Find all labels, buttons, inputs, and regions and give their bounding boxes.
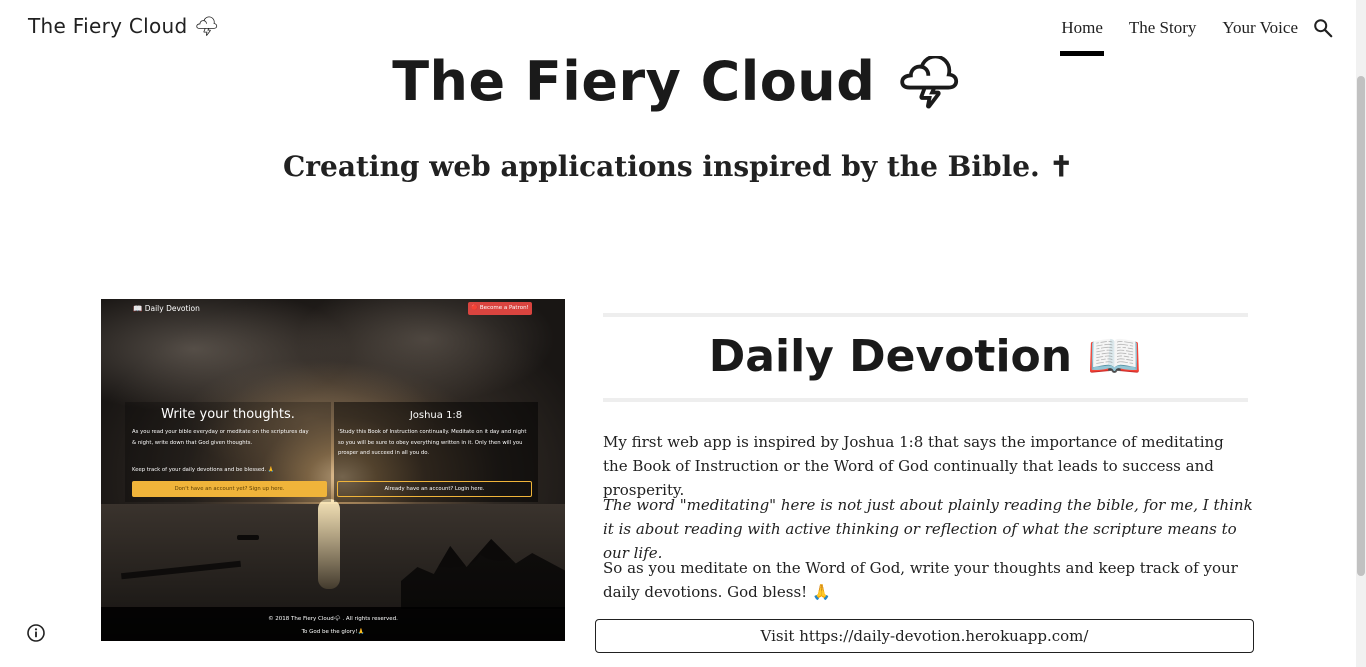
page-title: The Fiery Cloud 🌩 <box>392 50 964 113</box>
page-scrollbar[interactable] <box>1356 0 1366 667</box>
description-paragraph-2: The word "meditating" here is not just a… <box>603 496 1253 562</box>
boat-silhouette <box>237 535 259 540</box>
screenshot-brand: 📖 Daily Devotion <box>133 304 200 313</box>
divider-bottom <box>603 398 1248 402</box>
nav-your-voice[interactable]: Your Voice <box>1222 0 1298 56</box>
top-bar: The Fiery Cloud 🌩 Home The Story Your Vo… <box>0 0 1356 56</box>
daily-devotion-screenshot: 📖 Daily Devotion 🔴 Become a Patron! Writ… <box>101 299 565 641</box>
screenshot-login-button: Already have an account? Login here. <box>337 481 532 497</box>
screenshot-footer <box>101 607 565 641</box>
scrollbar-thumb[interactable] <box>1357 76 1365 576</box>
screenshot-left-text: As you read your bible everyday or medit… <box>132 429 309 446</box>
screenshot-right-text: 'Study this Book of Instruction continua… <box>338 429 527 456</box>
info-icon[interactable] <box>26 623 46 643</box>
screenshot-copyright: © 2018 The Fiery Cloud🌩 . All rights res… <box>268 616 398 622</box>
description-paragraph-1: My first web app is inspired by Joshua 1… <box>603 433 1224 499</box>
screenshot-glory: To God be the glory!🙏 <box>301 629 365 635</box>
screenshot-left-heading: Write your thoughts. <box>161 407 295 422</box>
screenshot-left-text-2: Keep track of your daily devotions and b… <box>132 467 275 473</box>
main-nav: Home The Story Your Voice <box>1035 0 1298 56</box>
search-icon[interactable] <box>1312 17 1334 39</box>
screenshot-signup-button: Don't have an account yet? Sign up here. <box>132 481 327 497</box>
sun-reflection <box>318 499 340 589</box>
nav-home[interactable]: Home <box>1060 0 1104 56</box>
divider-top <box>603 313 1248 317</box>
page-subtitle: Creating web applications inspired by th… <box>283 150 1073 183</box>
screenshot-patron-button: 🔴 Become a Patron! <box>468 302 532 315</box>
nav-the-story[interactable]: The Story <box>1129 0 1197 56</box>
site-name[interactable]: The Fiery Cloud 🌩 <box>28 14 220 38</box>
section-title: Daily Devotion 📖 <box>708 331 1143 382</box>
screenshot-right-heading: Joshua 1:8 <box>409 410 463 421</box>
description-paragraph-3: So as you meditate on the Word of God, w… <box>603 559 1238 601</box>
visit-site-button[interactable]: Visit https://daily-devotion.herokuapp.c… <box>595 619 1254 653</box>
